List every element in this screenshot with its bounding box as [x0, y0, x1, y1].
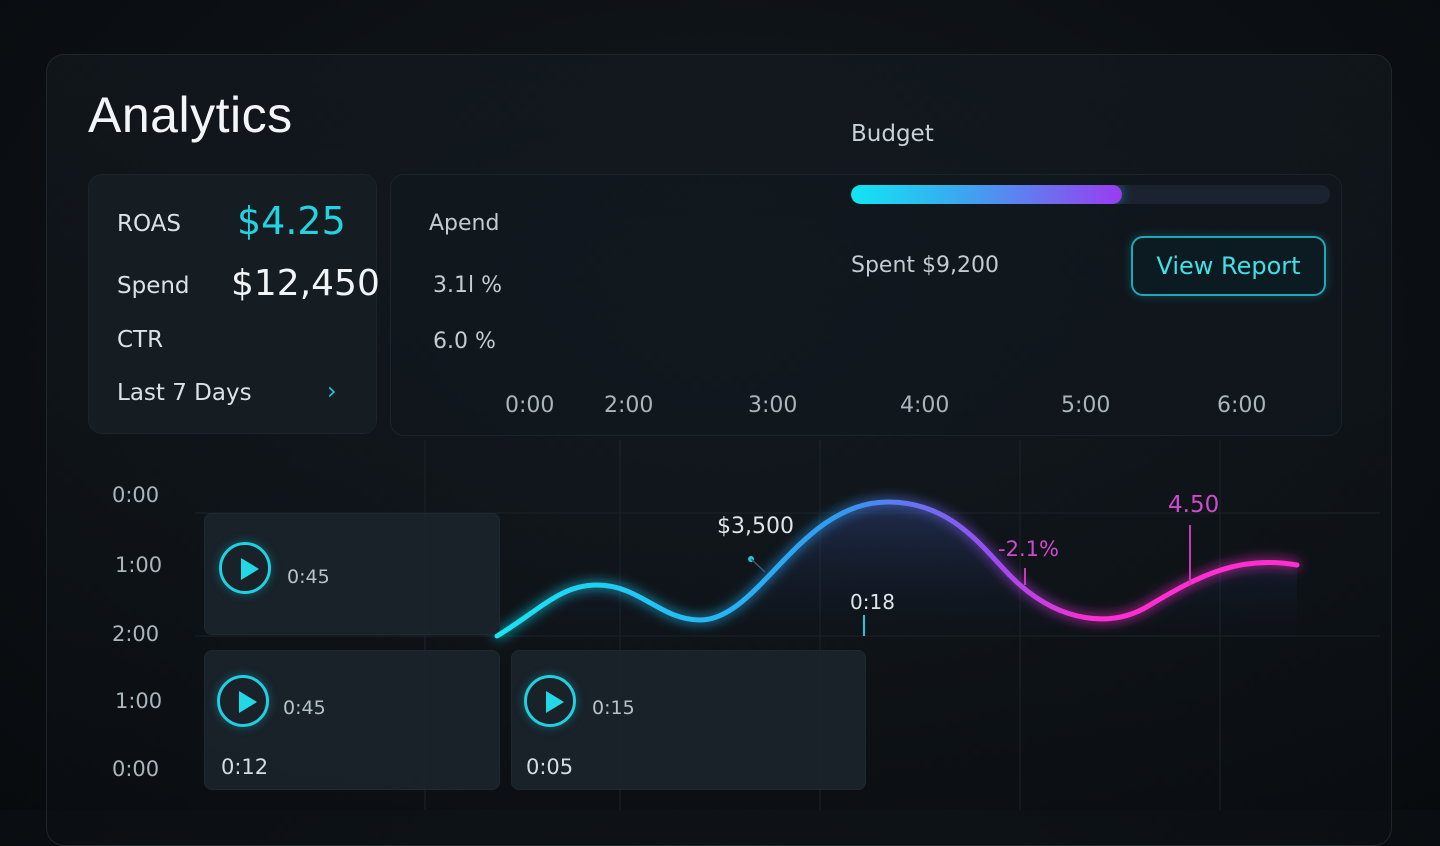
clip-duration: 0:45 [287, 566, 330, 588]
clip-duration: 0:15 [592, 697, 635, 719]
clip-duration: 0:45 [283, 697, 326, 719]
play-icon[interactable] [524, 675, 576, 727]
clip-timestamp: 0:05 [526, 755, 574, 779]
annotation-marker-mid: 0:18 [850, 590, 895, 614]
annotation-change: -2.1% [998, 537, 1059, 561]
annotation-peak-right: 4.50 [1168, 492, 1219, 518]
play-icon[interactable] [217, 675, 269, 727]
annotation-peak-left: $3,500 [717, 514, 794, 539]
annotation-leader [750, 558, 766, 573]
clip-timestamp: 0:12 [221, 755, 269, 779]
video-clip[interactable]: 0:45 [204, 513, 500, 635]
video-clip[interactable]: 0:45 0:12 [204, 650, 500, 790]
play-icon[interactable] [219, 542, 271, 594]
wave-area [497, 501, 1297, 636]
video-clip[interactable]: 0:15 0:05 [511, 650, 866, 790]
